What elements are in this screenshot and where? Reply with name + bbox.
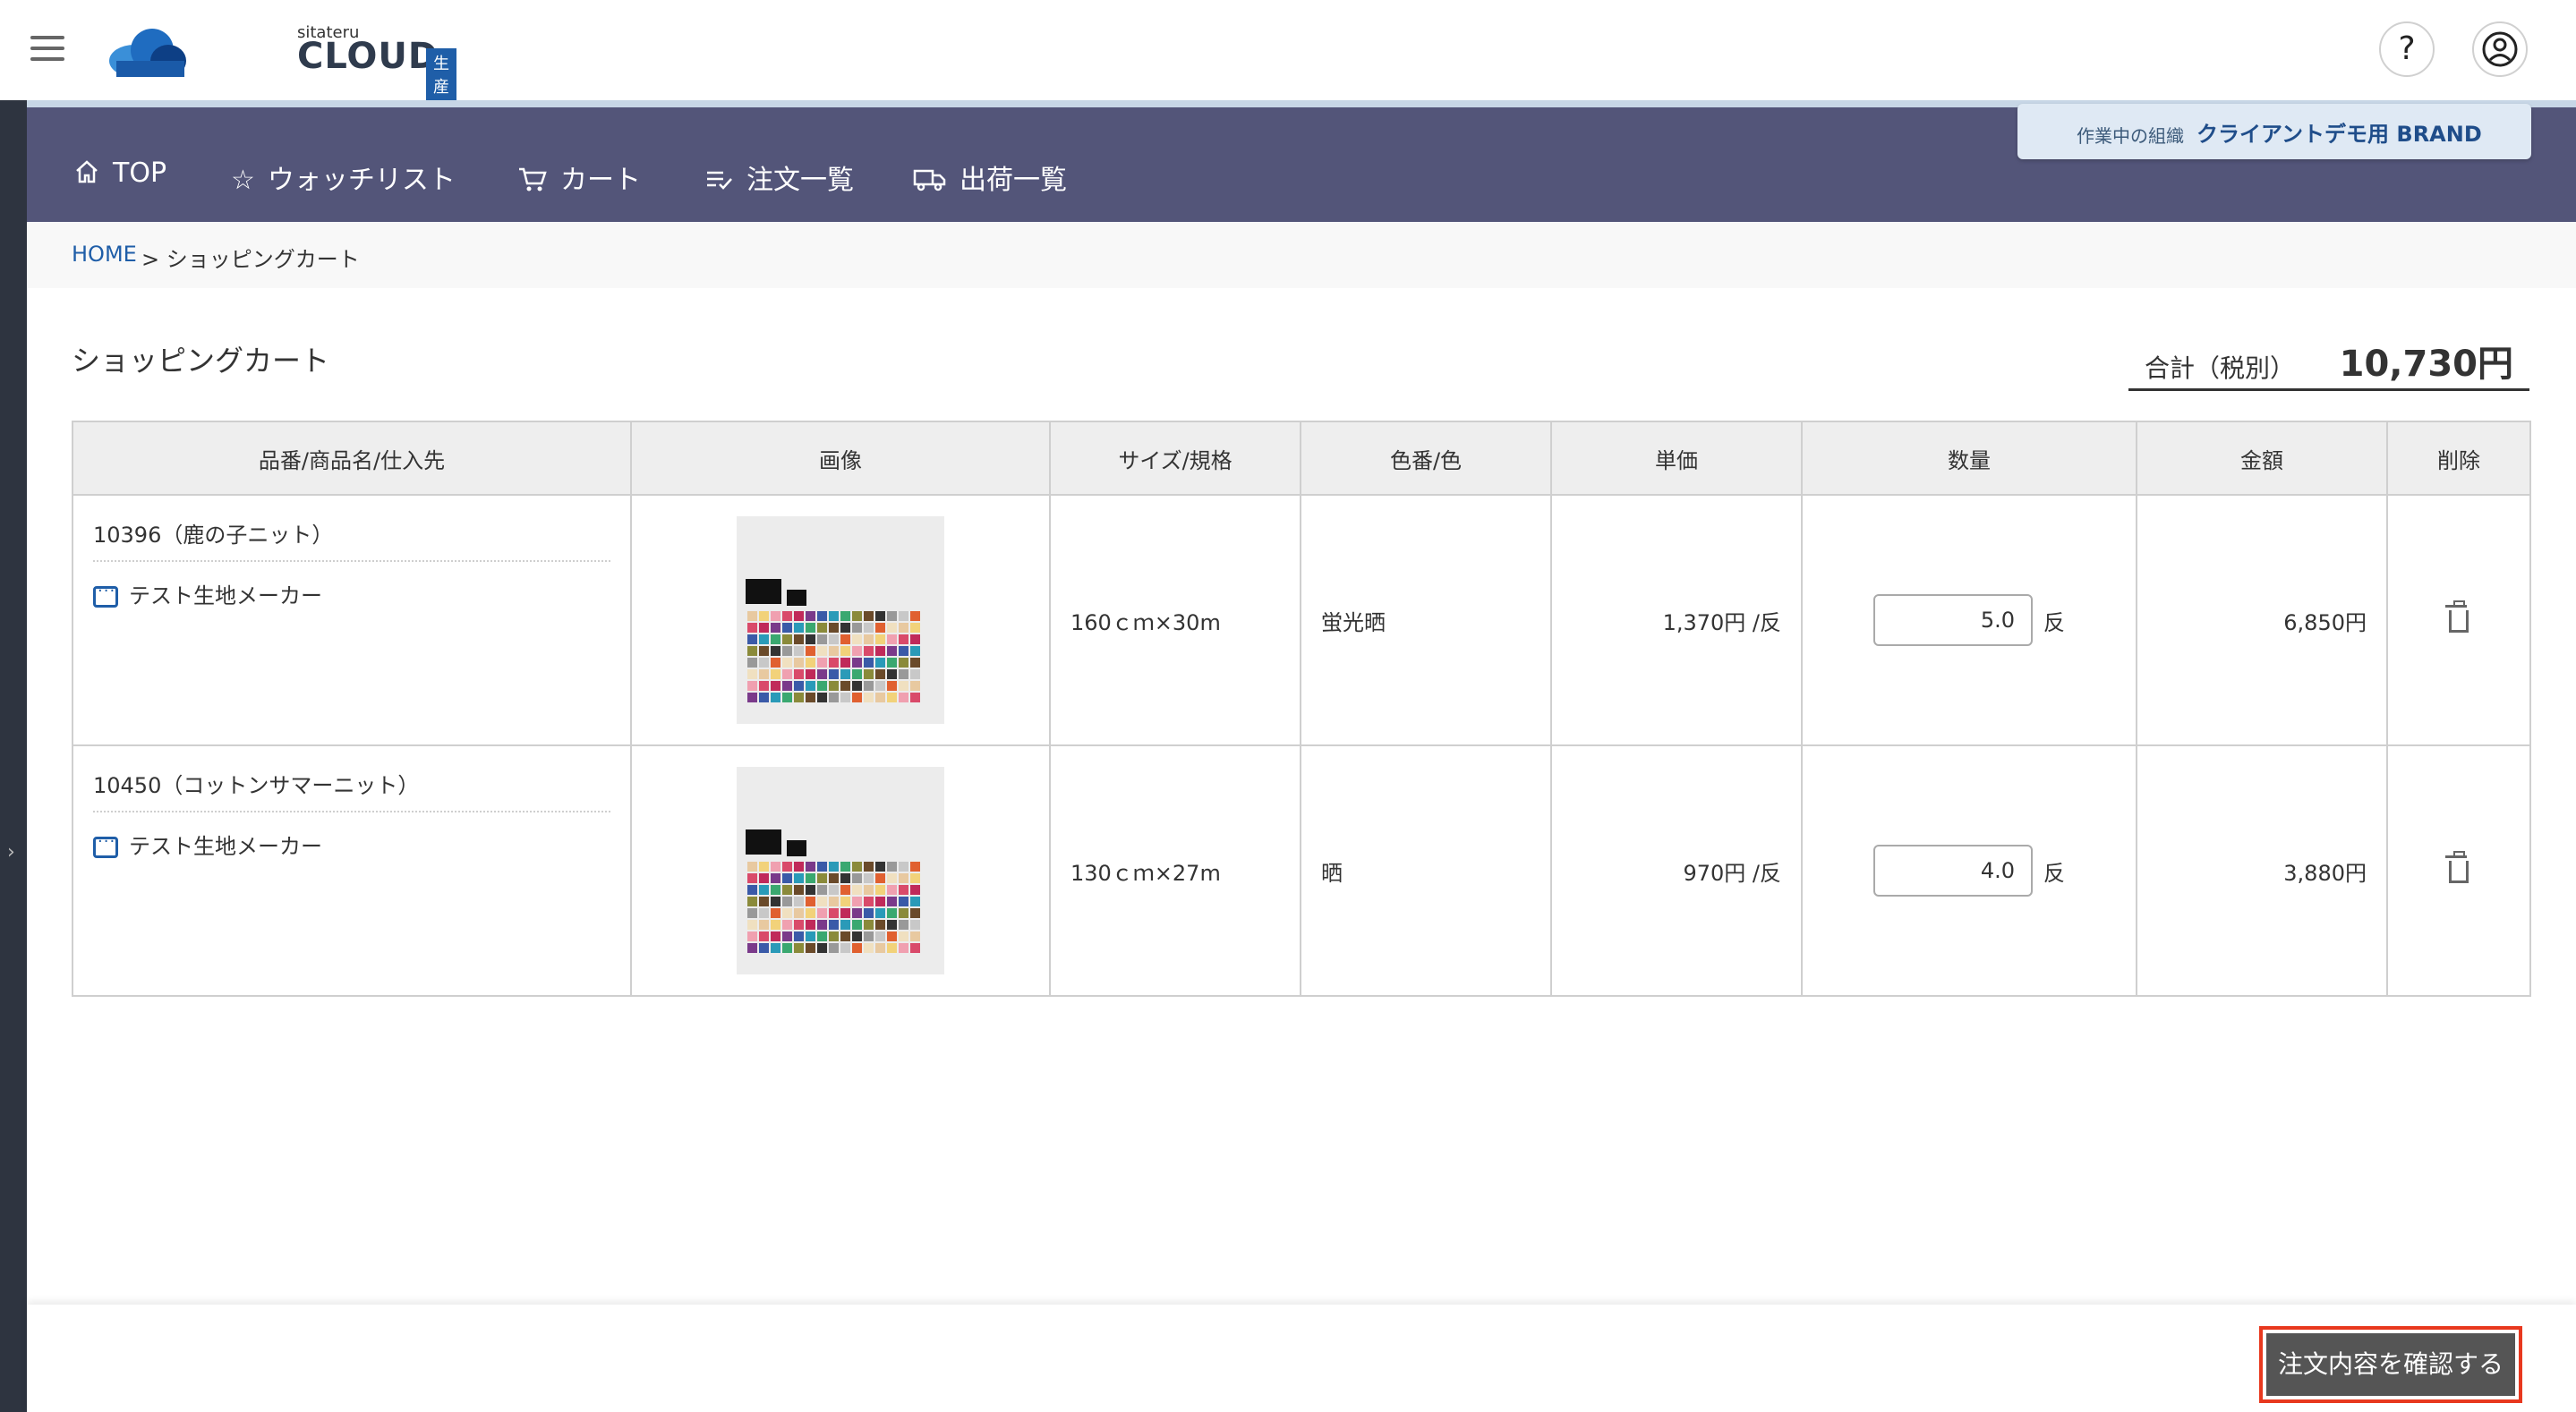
product-cell: 10396（鹿の子ニット） テスト生地メーカー bbox=[72, 494, 632, 746]
quantity-unit: 反 bbox=[2043, 860, 2065, 886]
breadcrumb: HOME > ショッピングカート bbox=[27, 222, 2576, 288]
org-label: 作業中の組織 bbox=[2077, 125, 2184, 147]
column-header: 画像 bbox=[630, 421, 1051, 496]
chat-icon bbox=[93, 832, 118, 858]
help-icon: ? bbox=[2398, 30, 2416, 67]
color-cell: 晒 bbox=[1300, 744, 1552, 997]
amount-cell: 6,850円 bbox=[2136, 494, 2388, 746]
footer-bar: 注文内容を確認する bbox=[27, 1305, 2576, 1412]
star-icon: ☆ bbox=[231, 165, 255, 196]
sitateru-cloud-logo[interactable]: sitateru CLOUD 生産支援 bbox=[107, 21, 456, 147]
collapsed-sidebar[interactable]: › bbox=[0, 100, 27, 1412]
help-button[interactable]: ? bbox=[2379, 21, 2435, 77]
cart-total: 合計（税別） 10,730円 bbox=[2128, 331, 2529, 391]
divider bbox=[93, 560, 610, 562]
nav-item-watchlist[interactable]: ☆ ウォッチリスト bbox=[231, 157, 456, 197]
column-header: サイズ/規格 bbox=[1049, 421, 1301, 496]
nav-item-shipments[interactable]: 出荷一覧 bbox=[913, 157, 1067, 197]
truck-icon bbox=[913, 169, 946, 191]
confirm-order-button[interactable]: 注文内容を確認する bbox=[2266, 1333, 2515, 1396]
color-cell: 蛍光晒 bbox=[1300, 494, 1552, 746]
quantity-input[interactable]: 4.0 bbox=[1873, 845, 2033, 897]
table-row: 10450（コットンサマーニット） テスト生地メーカー 130ｃｍ×27m 晒 … bbox=[72, 744, 2531, 997]
size-cell: 130ｃｍ×27m bbox=[1049, 744, 1301, 997]
table-header-row: 品番/商品名/仕入先 画像 サイズ/規格 色番/色 単価 数量 金額 削除 bbox=[72, 421, 2531, 496]
supplier-name: テスト生地メーカー bbox=[129, 834, 322, 859]
user-account-button[interactable] bbox=[2472, 21, 2528, 77]
quantity-input[interactable]: 5.0 bbox=[1873, 594, 2033, 646]
cart-table: 品番/商品名/仕入先 画像 サイズ/規格 色番/色 単価 数量 金額 削除 10… bbox=[72, 421, 2531, 997]
breadcrumb-current: > ショッピングカート bbox=[141, 247, 360, 272]
logo-main-text: CLOUD bbox=[297, 36, 439, 77]
quantity-cell: 4.0 反 bbox=[1801, 744, 2137, 997]
nav-item-label: 出荷一覧 bbox=[960, 165, 1067, 196]
delete-cell bbox=[2386, 744, 2531, 997]
column-header: 単価 bbox=[1550, 421, 1803, 496]
quantity-unit: 反 bbox=[2043, 609, 2065, 635]
column-header: 色番/色 bbox=[1300, 421, 1552, 496]
supplier-link[interactable]: テスト生地メーカー bbox=[93, 578, 322, 609]
unit-price-cell: 970円 /反 bbox=[1550, 744, 1803, 997]
image-cell bbox=[630, 494, 1051, 746]
table-row: 10396（鹿の子ニット） テスト生地メーカー 160ｃｍ×30m 蛍光晒 1,… bbox=[72, 494, 2531, 746]
quantity-cell: 5.0 反 bbox=[1801, 494, 2137, 746]
nav-item-label: ウォッチリスト bbox=[267, 165, 456, 196]
amount-cell: 3,880円 bbox=[2136, 744, 2388, 997]
divider bbox=[93, 811, 610, 812]
nav-item-label: TOP bbox=[113, 157, 167, 189]
list-check-icon bbox=[707, 171, 732, 190]
column-header: 削除 bbox=[2386, 421, 2531, 496]
product-name-link[interactable]: 10396（鹿の子ニット） bbox=[93, 517, 333, 549]
page-title: ショッピングカート bbox=[72, 344, 330, 378]
product-cell: 10450（コットンサマーニット） テスト生地メーカー bbox=[72, 744, 632, 997]
size-cell: 160ｃｍ×30m bbox=[1049, 494, 1301, 746]
nav-item-label: カート bbox=[560, 165, 641, 196]
trash-icon[interactable] bbox=[2445, 600, 2469, 633]
total-label: 合計（税別） bbox=[2145, 353, 2296, 383]
trash-icon[interactable] bbox=[2445, 850, 2469, 883]
nav-item-label: 注文一覧 bbox=[746, 165, 854, 196]
supplier-link[interactable]: テスト生地メーカー bbox=[93, 829, 322, 860]
org-name: クライアントデモ用 BRAND bbox=[2196, 122, 2482, 147]
product-name-link[interactable]: 10450（コットンサマーニット） bbox=[93, 768, 419, 799]
unit-price-cell: 1,370円 /反 bbox=[1550, 494, 1803, 746]
chevron-right-icon[interactable]: › bbox=[7, 841, 15, 863]
chat-icon bbox=[93, 582, 118, 608]
nav-item-cart[interactable]: カート bbox=[517, 157, 641, 197]
current-organization-badge[interactable]: 作業中の組織 クライアントデモ用 BRAND bbox=[2017, 104, 2531, 159]
top-header: sitateru CLOUD 生産支援 ? bbox=[0, 0, 2576, 147]
delete-cell bbox=[2386, 494, 2531, 746]
column-header: 品番/商品名/仕入先 bbox=[72, 421, 632, 496]
nav-item-top[interactable]: TOP bbox=[73, 157, 166, 189]
total-value: 10,730円 bbox=[2339, 344, 2513, 385]
column-header: 金額 bbox=[2136, 421, 2388, 496]
fabric-swatch-image[interactable] bbox=[737, 767, 944, 974]
confirm-button-highlight: 注文内容を確認する bbox=[2259, 1326, 2522, 1403]
breadcrumb-home-link[interactable]: HOME bbox=[72, 242, 137, 267]
hamburger-menu-icon[interactable] bbox=[30, 36, 64, 63]
user-avatar-icon bbox=[2482, 31, 2518, 67]
cart-icon bbox=[519, 167, 547, 191]
fabric-swatch-image[interactable] bbox=[737, 516, 944, 724]
home-icon bbox=[76, 160, 98, 183]
nav-item-orders[interactable]: 注文一覧 bbox=[705, 157, 854, 197]
supplier-name: テスト生地メーカー bbox=[129, 583, 322, 608]
image-cell bbox=[630, 744, 1051, 997]
cloud-logo-icon bbox=[109, 29, 186, 77]
column-header: 数量 bbox=[1801, 421, 2137, 496]
